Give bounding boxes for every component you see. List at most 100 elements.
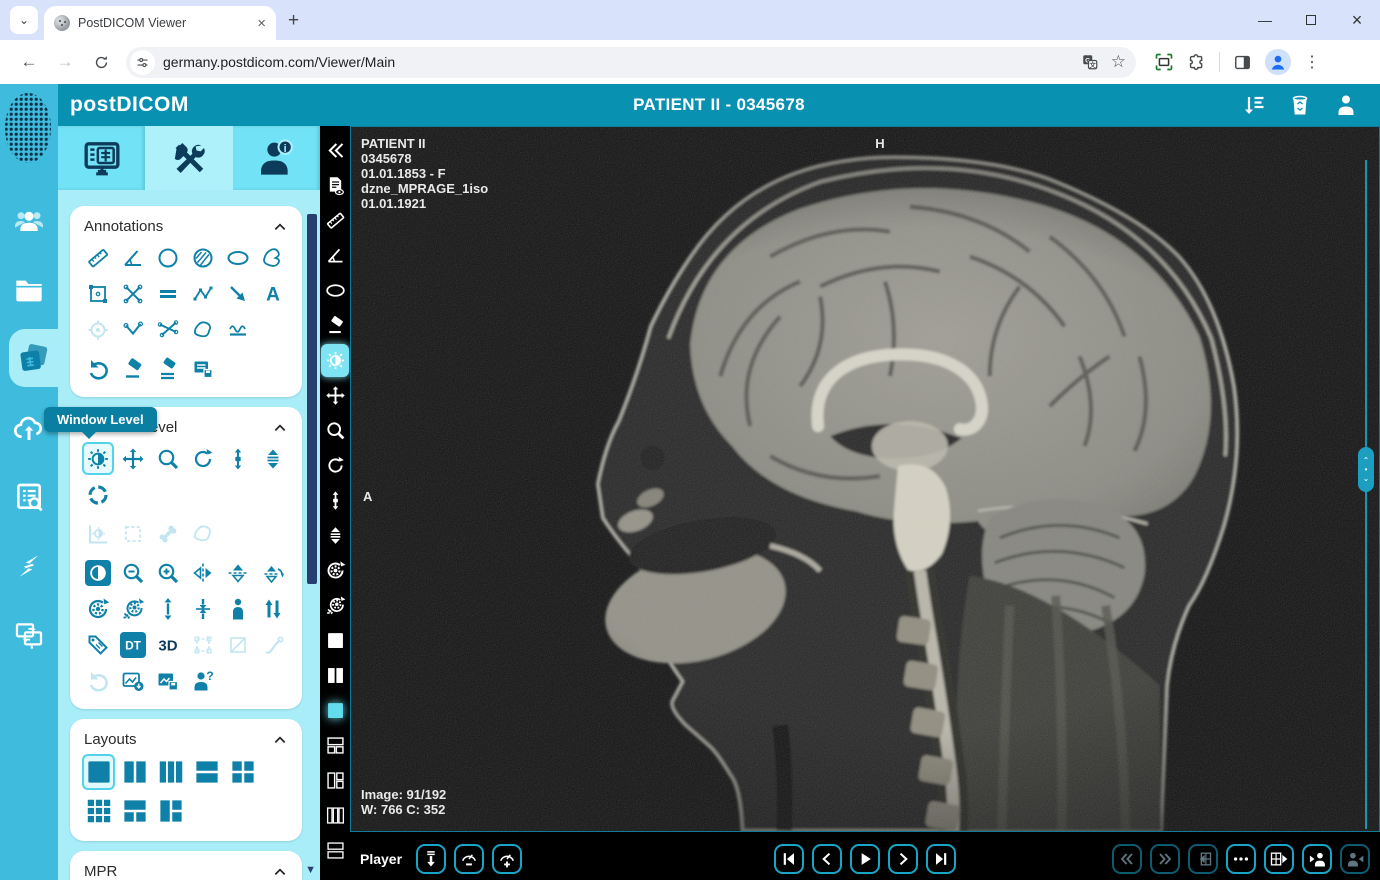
save-image-tool[interactable]: [152, 664, 184, 697]
circle-roi-tool[interactable]: [152, 241, 184, 274]
layout-2x1[interactable]: [190, 754, 223, 790]
dicom-tags-tool[interactable]: [117, 628, 149, 661]
layout-1x3-button[interactable]: [321, 799, 349, 832]
window-level-tool-button[interactable]: [321, 344, 349, 377]
account-button[interactable]: [1334, 93, 1358, 117]
bone-window-tool[interactable]: [152, 517, 184, 550]
next-series-button[interactable]: [1150, 844, 1180, 874]
minimize-button[interactable]: —: [1242, 12, 1288, 28]
next-image-button[interactable]: [888, 844, 918, 874]
more-options-button[interactable]: [1226, 844, 1256, 874]
enlarge-tool[interactable]: [152, 592, 184, 625]
previous-series-grid-button[interactable]: [1188, 844, 1218, 874]
select-region-tool[interactable]: [187, 628, 219, 661]
stack-scroll-tool-button[interactable]: [321, 519, 349, 552]
previous-series-button[interactable]: [1112, 844, 1142, 874]
first-image-button[interactable]: [774, 844, 804, 874]
sort-order-tool[interactable]: [257, 592, 289, 625]
auto-sort-button[interactable]: [1242, 93, 1266, 117]
bookmark-star-icon[interactable]: ☆: [1111, 52, 1126, 72]
length-tool-button[interactable]: [321, 204, 349, 237]
screenshot-icon[interactable]: [1154, 52, 1174, 72]
image-scroll-track[interactable]: [1365, 160, 1367, 829]
layout-1x2-button[interactable]: [321, 659, 349, 692]
tab-patient-info[interactable]: [233, 126, 320, 190]
panel-scrollbar[interactable]: [307, 214, 317, 584]
cross-axis-tool[interactable]: [117, 277, 149, 310]
scroll-down-icon[interactable]: ▼: [305, 864, 316, 876]
profile-avatar[interactable]: [1265, 49, 1291, 75]
speed-down-button[interactable]: [454, 844, 484, 874]
angle-tool[interactable]: [117, 241, 149, 274]
collapse-section-icon[interactable]: [272, 219, 288, 235]
flip-vertical-tool[interactable]: [222, 556, 254, 589]
shaded-circle-tool[interactable]: [187, 241, 219, 274]
browser-tab[interactable]: PostDICOM Viewer ×: [44, 6, 276, 40]
zoom-out-tool[interactable]: [117, 556, 149, 589]
ellipse-tool-button[interactable]: [321, 274, 349, 307]
layout-1-left-2-right[interactable]: [154, 793, 187, 829]
order-list-button[interactable]: [0, 462, 58, 531]
zoom-tool-button[interactable]: [321, 414, 349, 447]
length-tool[interactable]: [82, 241, 114, 274]
probe-tool[interactable]: [82, 313, 114, 346]
play-button[interactable]: [850, 844, 880, 874]
layout-1x1[interactable]: [82, 754, 115, 790]
image-scroll-handle[interactable]: ⌃•⌄: [1358, 447, 1374, 492]
histogram-window-tool[interactable]: [82, 517, 114, 550]
clear-region-tool[interactable]: [222, 628, 254, 661]
tab-tools[interactable]: [145, 126, 232, 190]
address-bar[interactable]: germany.postdicom.com/Viewer/Main ☆: [126, 47, 1136, 78]
layout-1-2-button[interactable]: [321, 729, 349, 762]
patient-orientation-tool[interactable]: [222, 592, 254, 625]
close-button[interactable]: ×: [1334, 10, 1380, 31]
tag-tool[interactable]: [82, 628, 114, 661]
layout-1x3[interactable]: [154, 754, 187, 790]
sharing-button[interactable]: [0, 531, 58, 600]
cobb-angle-tool[interactable]: [152, 313, 184, 346]
extensions-icon[interactable]: [1187, 53, 1206, 72]
next-patient-button[interactable]: [1340, 844, 1370, 874]
collapse-panel-button[interactable]: [321, 134, 349, 167]
folder-list-button[interactable]: [0, 255, 58, 324]
bone-removal-tool[interactable]: [257, 628, 289, 661]
layout-1x2[interactable]: [118, 754, 151, 790]
erase-annotation-button[interactable]: [117, 352, 149, 385]
scroll-tool-button[interactable]: [321, 484, 349, 517]
reset-window-level-tool[interactable]: [117, 592, 149, 625]
polyline-tool[interactable]: [187, 277, 219, 310]
back-button[interactable]: ←: [14, 47, 44, 77]
zoom-in-tool[interactable]: [152, 556, 184, 589]
freehand-roi-tool[interactable]: [257, 241, 289, 274]
reset-button[interactable]: [321, 554, 349, 587]
closed-freehand-tool[interactable]: [187, 313, 219, 346]
ellipse-roi-tool[interactable]: [222, 241, 254, 274]
rectangle-roi-tool[interactable]: [82, 277, 114, 310]
layout-3x3[interactable]: [82, 793, 115, 829]
report-button[interactable]: [321, 169, 349, 202]
image-viewer-button[interactable]: [9, 329, 58, 387]
url-text[interactable]: germany.postdicom.com/Viewer/Main: [163, 54, 1073, 70]
export-image-tool[interactable]: [117, 664, 149, 697]
revert-tool[interactable]: [82, 664, 114, 697]
freehand-window-tool[interactable]: [187, 517, 219, 550]
new-tab-button[interactable]: +: [288, 10, 299, 32]
image-viewport[interactable]: PATIENT II034567801.01.1853 - Fdzne_MPRA…: [350, 126, 1380, 832]
forward-button[interactable]: →: [50, 47, 80, 77]
shrink-tool[interactable]: [187, 592, 219, 625]
patient-list-button[interactable]: [0, 186, 58, 255]
last-image-button[interactable]: [926, 844, 956, 874]
arrow-tool[interactable]: [222, 277, 254, 310]
erase-all-annotations-button[interactable]: [152, 352, 184, 385]
eraser-tool-button[interactable]: [321, 309, 349, 342]
region-window-tool[interactable]: [117, 517, 149, 550]
recycle-bin-button[interactable]: [1288, 93, 1312, 117]
text-tool[interactable]: [257, 277, 289, 310]
invert-tool[interactable]: [82, 556, 114, 589]
open-angle-tool[interactable]: [117, 313, 149, 346]
speed-up-button[interactable]: [492, 844, 522, 874]
flip-horizontal-tool[interactable]: [187, 556, 219, 589]
maximize-button[interactable]: [1288, 12, 1334, 28]
rotate-flip-tool[interactable]: [257, 556, 289, 589]
layout-1x1-button[interactable]: [321, 624, 349, 657]
